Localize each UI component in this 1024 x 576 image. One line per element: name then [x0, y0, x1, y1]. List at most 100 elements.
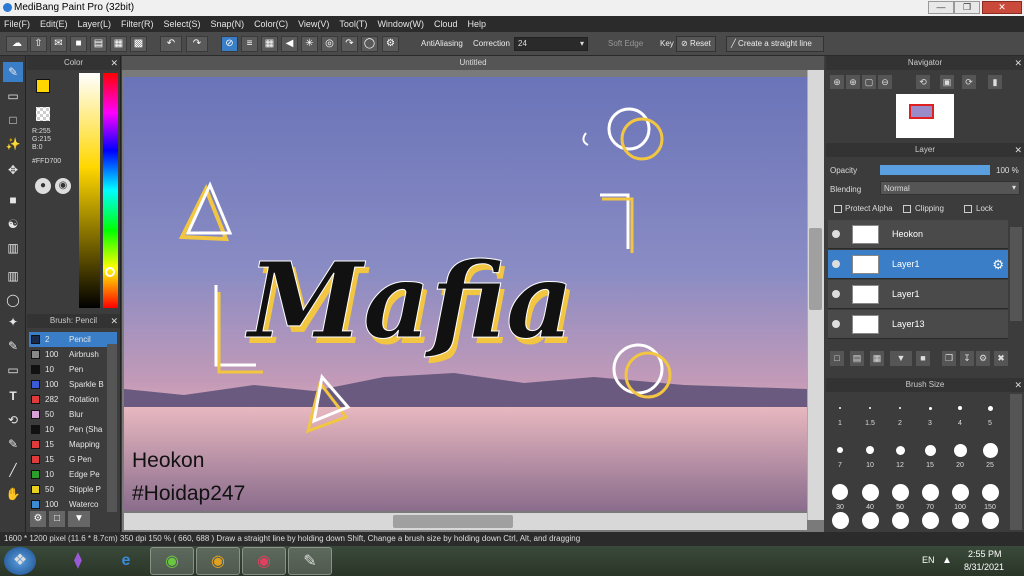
select-tool-icon[interactable]: ▥ [3, 266, 23, 286]
layer-list-scrollbar[interactable] [1010, 227, 1022, 321]
folder-icon[interactable]: ■ [916, 351, 930, 366]
visibility-icon[interactable] [832, 230, 840, 238]
visibility-icon[interactable] [832, 320, 840, 328]
brush-size-dot[interactable] [924, 444, 936, 456]
brush-size-dot[interactable] [832, 484, 848, 500]
straight-line-button[interactable]: ╱ Create a straight line [726, 36, 824, 52]
snap-curve-icon[interactable]: ↷ [341, 36, 358, 52]
visibility-icon[interactable] [832, 290, 840, 298]
layer-row[interactable]: Layer1 ⚙ [828, 250, 1008, 279]
duplicate-layer-icon[interactable]: ❐ [942, 351, 956, 366]
coccoc-icon[interactable]: ◉ [150, 547, 194, 575]
brush-item[interactable]: 50 Stipple P [29, 482, 117, 497]
brush-item[interactable]: 50 Blur [29, 407, 117, 422]
tray-expand-icon[interactable]: ▲ [942, 555, 952, 566]
app-icon[interactable]: ◉ [242, 547, 286, 575]
brush-size-dot[interactable] [982, 442, 998, 458]
brush-item[interactable]: 100 Airbrush [29, 347, 117, 362]
layer-settings-icon[interactable]: ⚙ [976, 351, 990, 366]
correction-select[interactable]: 24 ▾ [514, 37, 588, 51]
brightness-bar[interactable] [79, 73, 100, 308]
add-brush-icon[interactable]: ▼ [68, 511, 90, 527]
panel-icon[interactable]: ▩ [130, 36, 147, 52]
brush-tool-icon[interactable]: ✎ [3, 62, 23, 82]
panel-close-icon[interactable]: ✕ [110, 314, 118, 328]
brush-item[interactable]: 100 Sparkle B [29, 377, 117, 392]
new-halftone-layer-icon[interactable]: ▤ [850, 351, 864, 366]
maximize-button[interactable]: ❐ [954, 1, 980, 14]
chat-icon[interactable]: ■ [70, 36, 87, 52]
panel-close-icon[interactable]: ✕ [1014, 56, 1022, 70]
brush-size-dot[interactable] [899, 407, 901, 409]
layer-row[interactable]: Layer13 [828, 310, 1008, 339]
palette-icon[interactable]: ● [35, 178, 51, 194]
menu-window[interactable]: Window(W) [377, 19, 424, 29]
brush-size-dot[interactable] [921, 483, 939, 501]
menu-help[interactable]: Help [467, 19, 486, 29]
brush-size-scrollbar[interactable] [1010, 394, 1022, 530]
minimize-button[interactable]: — [928, 1, 954, 14]
zoom-in-icon[interactable]: ⊕ [830, 75, 844, 89]
layer-row[interactable]: Heokon [828, 220, 1008, 249]
canvas[interactable]: Mafia Mafia Heokon #Hoidap247 [124, 77, 807, 511]
rotate-left-icon[interactable]: ⟲ [916, 75, 930, 89]
foreground-color-swatch[interactable] [36, 79, 50, 93]
brush-size-dot[interactable] [891, 512, 909, 529]
start-button[interactable]: ❖ [4, 547, 36, 575]
navigator-viewport[interactable] [909, 104, 934, 119]
brush-item[interactable]: 282 Rotation [29, 392, 117, 407]
menu-cloud[interactable]: Cloud [434, 19, 458, 29]
undo-icon[interactable]: ↶ [160, 36, 182, 52]
menu-snap[interactable]: Snap(N) [211, 19, 245, 29]
delete-layer-icon[interactable]: ✖ [994, 351, 1008, 366]
clipping-checkbox[interactable] [903, 205, 911, 213]
text-tool-icon[interactable]: T [3, 386, 23, 406]
add-layer-dropdown-icon[interactable]: ▼ [890, 351, 912, 366]
brush-item[interactable]: 100 Waterco [29, 497, 117, 512]
brush-size-dot[interactable] [866, 446, 874, 454]
fit-window-icon[interactable]: ▣ [940, 75, 954, 89]
eyedropper-tool-icon[interactable]: ✎ [3, 434, 23, 454]
opacity-slider[interactable] [880, 165, 990, 175]
divide-tool-icon[interactable]: ╱ [3, 460, 23, 480]
hue-marker[interactable] [105, 267, 115, 277]
menu-filter[interactable]: Filter(R) [121, 19, 154, 29]
brush-size-dot[interactable] [921, 512, 939, 529]
snap-parallel-icon[interactable]: ≡ [241, 36, 258, 52]
brush-size-dot[interactable] [958, 406, 962, 410]
canvas-vertical-scroll-thumb[interactable] [809, 228, 822, 310]
move-tool-icon[interactable]: ✥ [3, 160, 23, 180]
menu-layer[interactable]: Layer(L) [78, 19, 112, 29]
new-8bit-layer-icon[interactable]: ▦ [870, 351, 884, 366]
brush-size-dot[interactable] [861, 512, 879, 529]
brush-size-dot[interactable] [869, 407, 871, 409]
zoom-out-icon[interactable]: ⊖ [878, 75, 892, 89]
dot-tool-icon[interactable]: ✨ [3, 134, 23, 154]
brush-size-dot[interactable] [891, 483, 909, 501]
blending-select[interactable]: Normal ▾ [880, 181, 1020, 195]
redo-icon[interactable]: ↷ [186, 36, 208, 52]
clock-time[interactable]: 2:55 PM [968, 549, 1002, 559]
new-layer-icon[interactable]: □ [830, 351, 844, 366]
brush-size-dot[interactable] [981, 483, 999, 501]
menu-select[interactable]: Select(S) [164, 19, 201, 29]
grid-icon[interactable]: ▦ [110, 36, 127, 52]
transparent-color-swatch[interactable] [36, 107, 50, 121]
brush-item[interactable]: 2 Pencil [29, 332, 117, 347]
zoom-in-icon[interactable]: ⊕ [846, 75, 860, 89]
share-icon[interactable]: ⇧ [30, 36, 47, 52]
brush-size-dot[interactable] [861, 483, 879, 501]
brush-settings-icon[interactable]: ⚙ [30, 511, 46, 527]
eraser-tool-icon[interactable]: ▭ [3, 86, 23, 106]
brush-size-dot[interactable] [951, 512, 969, 529]
menu-file[interactable]: File(F) [4, 19, 30, 29]
layer-settings-gear-icon[interactable]: ⚙ [992, 257, 1004, 273]
comment-icon[interactable]: ✉ [50, 36, 67, 52]
snap-radial-icon[interactable]: ✳ [301, 36, 318, 52]
brush-item[interactable]: 10 Pen [29, 362, 117, 377]
brush-size-dot[interactable] [837, 447, 843, 453]
hand-tool-icon[interactable]: ✋ [3, 484, 23, 504]
snap-ellipse-icon[interactable]: ◯ [361, 36, 378, 52]
brush-item[interactable]: 15 Mapping [29, 437, 117, 452]
reset-button[interactable]: ⊘ Reset [676, 36, 716, 52]
